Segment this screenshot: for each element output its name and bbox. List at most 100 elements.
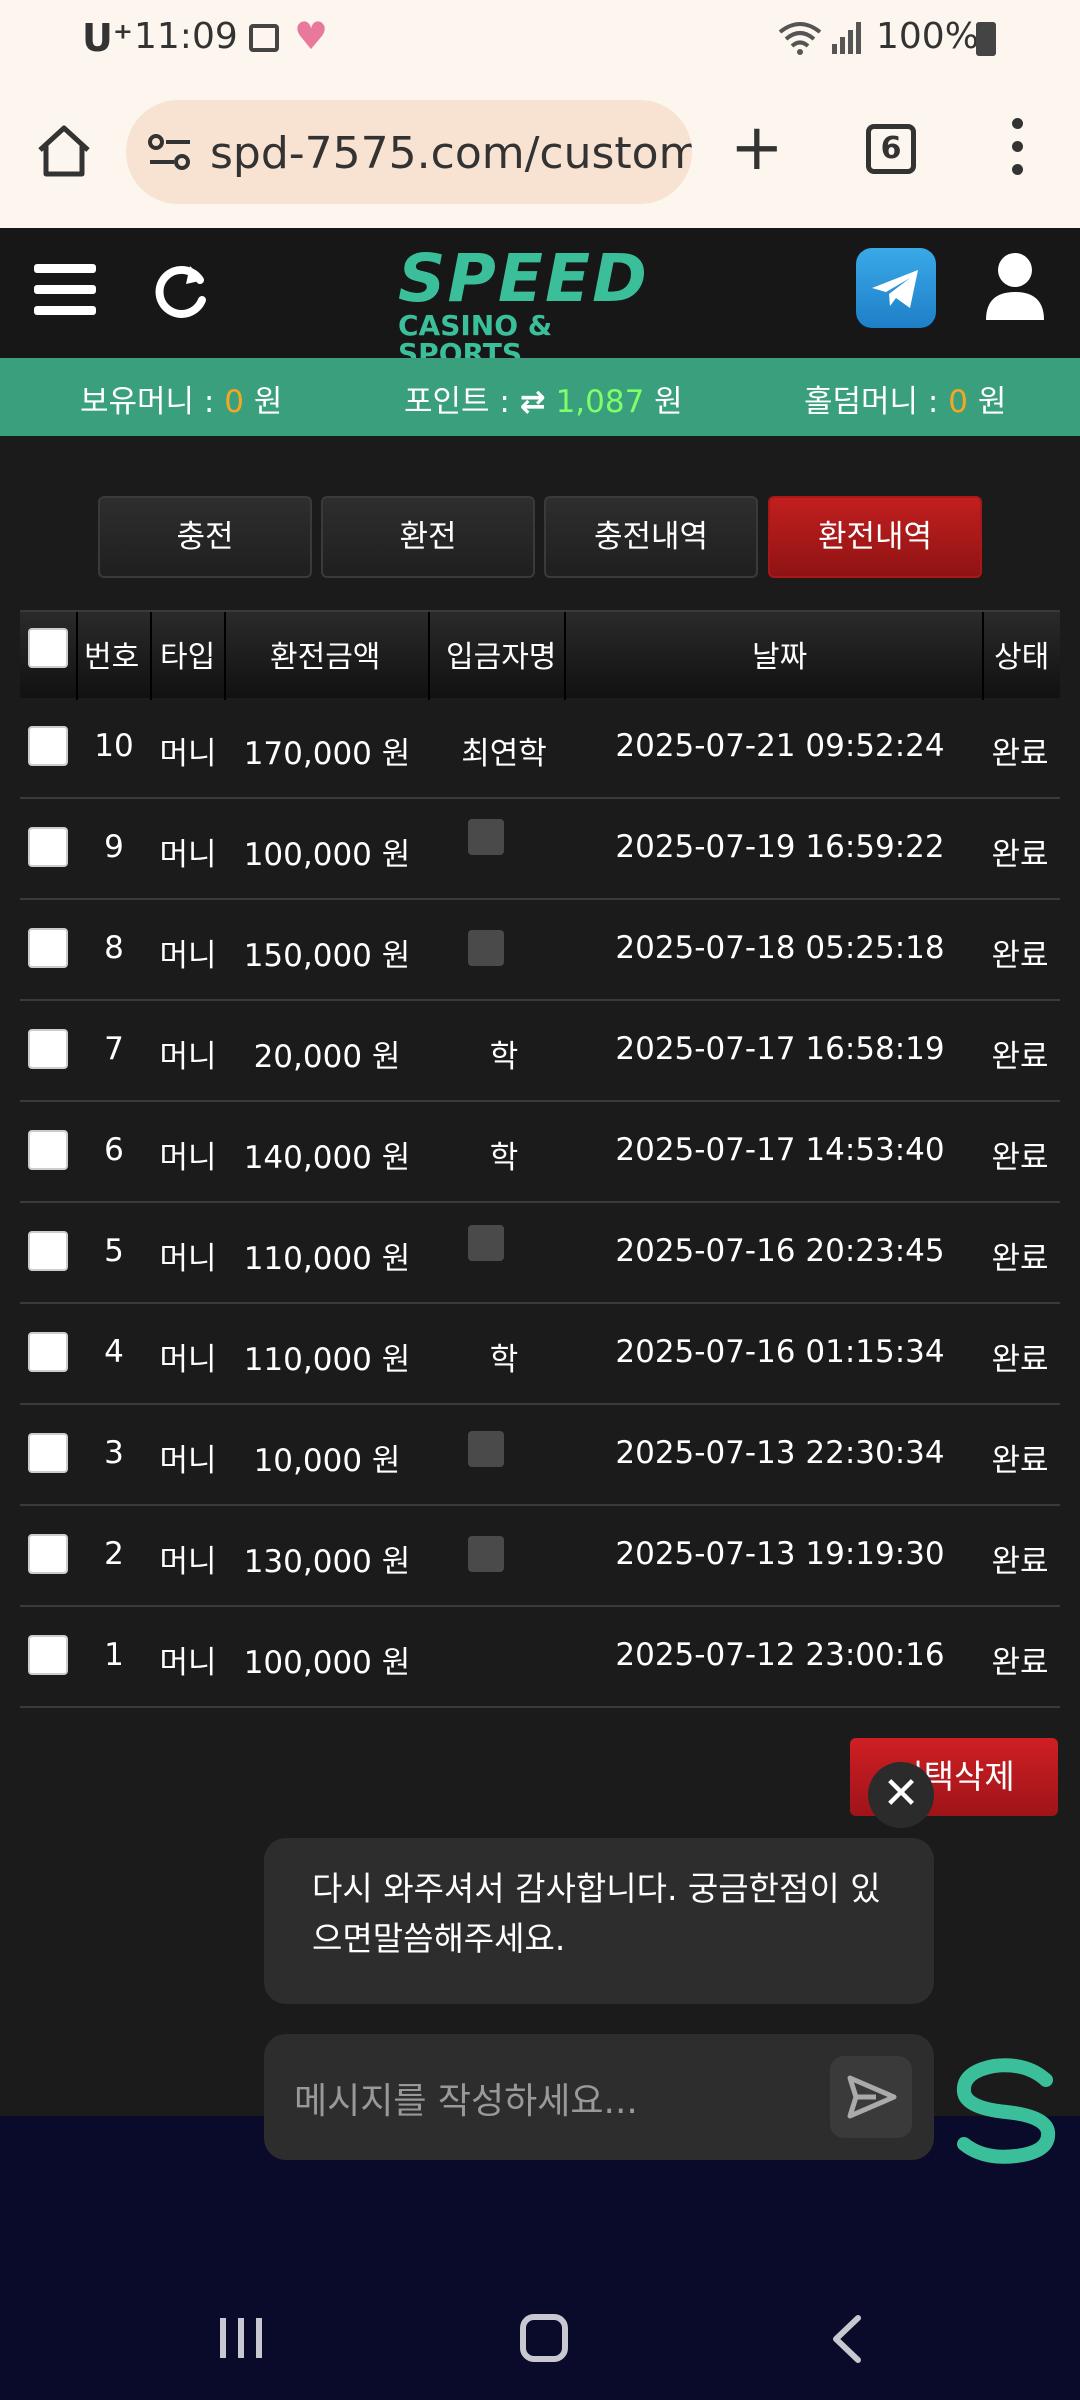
holdem-money-currency: 원	[977, 384, 1007, 420]
telegram-button[interactable]	[856, 248, 936, 328]
header-amount: 환전금액	[270, 640, 381, 675]
back-icon[interactable]	[828, 2314, 864, 2364]
battery-icon	[976, 22, 996, 56]
row-number: 3	[104, 1435, 124, 1471]
points-label: 포인트 :	[404, 384, 510, 420]
select-all-checkbox[interactable]	[28, 628, 68, 668]
more-menu-icon[interactable]	[1010, 118, 1024, 184]
row-amount: 140,000 원	[243, 1140, 411, 1176]
row-checkbox[interactable]	[28, 1534, 68, 1574]
row-depositor: 학	[489, 1039, 519, 1075]
close-chat-button[interactable]: ✕	[868, 1762, 934, 1828]
row-amount: 130,000 원	[243, 1544, 411, 1580]
clock: 11:09	[134, 16, 238, 57]
redaction-mark	[468, 930, 504, 966]
header-date: 날짜	[752, 640, 808, 675]
row-status: 완료	[991, 1443, 1049, 1479]
row-checkbox[interactable]	[28, 1130, 68, 1170]
row-status: 완료	[991, 938, 1049, 974]
row-checkbox[interactable]	[28, 726, 68, 766]
row-status: 완료	[991, 1241, 1049, 1277]
row-date: 2025-07-16 20:23:45	[615, 1233, 945, 1269]
redaction-mark	[468, 1431, 504, 1467]
tab-withdraw-history[interactable]: 환전내역	[768, 496, 982, 578]
system-nav-bar	[0, 2270, 1080, 2400]
row-status: 완료	[991, 1140, 1049, 1176]
table-body: 10 머니 170,000 원 최연학 2025-07-21 09:52:24 완료 9 머니…	[20, 698, 1060, 1708]
signal-icon	[832, 22, 861, 54]
hamburger-menu-icon[interactable]	[34, 264, 96, 316]
row-type: 머니	[159, 1241, 217, 1277]
chat-input-box[interactable]: 메시지를 작성하세요...	[264, 2034, 934, 2160]
row-amount: 100,000 원	[243, 837, 411, 873]
row-status: 완료	[991, 1342, 1049, 1378]
row-checkbox[interactable]	[28, 1635, 68, 1675]
points-convert-icon[interactable]: ⇄	[520, 384, 546, 420]
chat-message: 다시 와주셔서 감사합니다. 궁금한점이 있으면말씀해주세요.	[264, 1838, 934, 2004]
row-amount: 110,000 원	[243, 1342, 411, 1378]
send-button[interactable]	[830, 2056, 912, 2138]
points-value: 1,087	[555, 384, 645, 420]
table-row: 3 머니 10,000 원 2025-07-13 22:30:34 완료	[20, 1405, 1060, 1506]
heart-notification-icon: ♥	[294, 14, 329, 58]
row-number: 2	[104, 1536, 124, 1572]
row-status: 완료	[991, 1645, 1049, 1681]
refresh-icon[interactable]	[150, 260, 212, 322]
row-checkbox[interactable]	[28, 928, 68, 968]
row-date: 2025-07-17 14:53:40	[615, 1132, 945, 1168]
home-icon[interactable]	[34, 120, 94, 180]
site-settings-icon[interactable]	[148, 132, 192, 172]
chat-launcher-logo-icon[interactable]	[950, 2056, 1062, 2168]
home-nav-icon[interactable]	[520, 2314, 568, 2362]
row-type: 머니	[159, 837, 217, 873]
row-type: 머니	[159, 1140, 217, 1176]
balance-bar: 보유머니 : 0 원 포인트 : ⇄ 1,087 원 홀덤머니 : 0 원	[0, 358, 1080, 436]
row-checkbox[interactable]	[28, 1231, 68, 1271]
row-status: 완료	[991, 736, 1049, 772]
redaction-mark	[468, 819, 504, 855]
table-row: 2 머니 130,000 원 2025-07-13 19:19:30 완료	[20, 1506, 1060, 1607]
row-number: 10	[94, 728, 134, 764]
row-checkbox[interactable]	[28, 1332, 68, 1372]
row-amount: 150,000 원	[243, 938, 411, 974]
tab-withdraw[interactable]: 환전	[321, 496, 535, 578]
site-logo[interactable]: SPEED CASINO & SPORTS	[398, 246, 684, 368]
tab-deposit-history[interactable]: 충전내역	[544, 496, 758, 578]
redaction-mark	[468, 1536, 504, 1572]
transaction-tabs: 충전 환전 충전내역 환전내역	[98, 496, 982, 578]
row-type: 머니	[159, 1645, 217, 1681]
row-type: 머니	[159, 938, 217, 974]
table-row: 8 머니 150,000 원 2025-07-18 05:25:18 완료	[20, 900, 1060, 1001]
held-money-currency: 원	[253, 384, 283, 420]
withdraw-history-table: 번호 타입 환전금액 입금자명 날짜 상태 10 머니 170,000 원 최연학 20…	[20, 610, 1060, 1708]
holdem-money-label: 홀덤머니 :	[804, 384, 939, 420]
row-date: 2025-07-17 16:58:19	[615, 1031, 945, 1067]
user-profile-icon[interactable]	[980, 248, 1050, 328]
row-checkbox[interactable]	[28, 1029, 68, 1069]
row-checkbox[interactable]	[28, 1433, 68, 1473]
table-row: 6 머니 140,000 원 학 2025-07-17 14:53:40 완료	[20, 1102, 1060, 1203]
held-money-label: 보유머니 :	[80, 384, 215, 420]
recent-apps-icon[interactable]	[218, 2316, 264, 2360]
held-money: 보유머니 : 0 원	[80, 376, 282, 421]
row-depositor: 최연학	[461, 736, 547, 772]
header-status: 상태	[994, 640, 1050, 675]
table-row: 9 머니 100,000 원 2025-07-19 16:59:22 완료	[20, 799, 1060, 900]
new-tab-button[interactable]: +	[730, 116, 784, 180]
row-number: 5	[104, 1233, 124, 1269]
row-checkbox[interactable]	[28, 827, 68, 867]
row-date: 2025-07-21 09:52:24	[615, 728, 945, 764]
row-type: 머니	[159, 1039, 217, 1075]
row-number: 6	[104, 1132, 124, 1168]
table-row: 1 머니 100,000 원 2025-07-12 23:00:16 완료	[20, 1607, 1060, 1708]
tab-switcher-button[interactable]: 6	[866, 124, 916, 174]
address-bar[interactable]: spd-7575.com/custome	[126, 100, 692, 204]
row-number: 4	[104, 1334, 124, 1370]
row-amount: 170,000 원	[243, 736, 411, 772]
tab-deposit[interactable]: 충전	[98, 496, 312, 578]
chat-input-placeholder[interactable]: 메시지를 작성하세요...	[294, 2072, 638, 2124]
header-number: 번호	[84, 640, 140, 675]
holdem-money: 홀덤머니 : 0 원	[804, 376, 1006, 421]
points: 포인트 : ⇄ 1,087 원	[404, 376, 683, 421]
header-type: 타입	[160, 640, 216, 675]
